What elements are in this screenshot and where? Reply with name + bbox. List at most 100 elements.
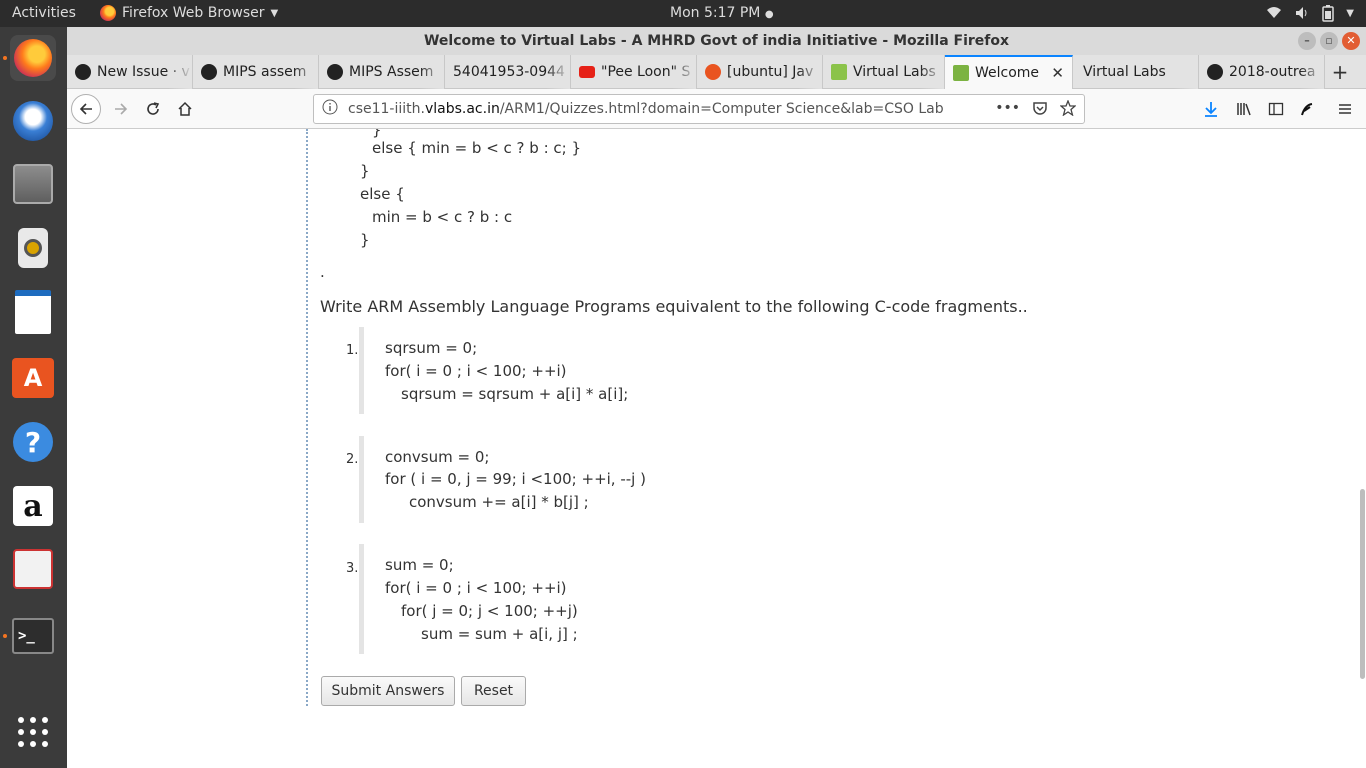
code-line: } xyxy=(372,129,382,139)
code-line: convsum += a[i] * b[j] ; xyxy=(409,493,589,511)
tab-2018-outreach[interactable]: 2018-outrea xyxy=(1199,55,1325,89)
github-icon xyxy=(201,64,217,80)
hamburger-menu-icon xyxy=(1339,104,1351,114)
tab-label: Virtual Labs xyxy=(1083,64,1166,80)
files-icon xyxy=(13,164,53,204)
tab-welcome-active[interactable]: Welcome ✕ xyxy=(945,55,1073,89)
close-button[interactable]: ✕ xyxy=(1342,32,1360,50)
vlabs-icon xyxy=(953,65,969,81)
software-center-icon: A xyxy=(12,358,54,398)
window-title: Welcome to Virtual Labs - A MHRD Govt of… xyxy=(423,33,1010,49)
battery-icon xyxy=(1322,5,1335,22)
tab-virtual-labs-1[interactable]: Virtual Labs xyxy=(823,55,945,89)
code-line: min = b < c ? b : c xyxy=(372,208,513,226)
writer-icon xyxy=(15,290,51,334)
document-viewer-dock-icon[interactable] xyxy=(10,546,56,592)
github-icon xyxy=(75,64,91,80)
files-dock-icon[interactable] xyxy=(10,161,56,207)
url-text: cse11-iiith.vlabs.ac.in/ARM1/Quizzes.htm… xyxy=(348,101,944,117)
system-top-bar: Activities Firefox Web Browser ▼ Mon 5:1… xyxy=(0,0,1366,27)
code-line: sqrsum = 0; xyxy=(385,339,478,357)
app-menu[interactable]: Firefox Web Browser ▼ xyxy=(100,5,278,21)
scrollbar-thumb[interactable] xyxy=(1360,489,1365,679)
plus-icon: + xyxy=(1331,60,1349,84)
code-line: for( j = 0; j < 100; ++j) xyxy=(401,602,578,620)
close-tab-icon[interactable]: ✕ xyxy=(1051,64,1064,82)
terminal-dock-icon[interactable]: >_ xyxy=(10,613,56,659)
ubuntu-icon xyxy=(705,64,721,80)
reload-button[interactable] xyxy=(139,95,167,123)
instruction-text: Write ARM Assembly Language Programs equ… xyxy=(320,297,1028,316)
home-button[interactable] xyxy=(171,95,199,123)
reload-icon xyxy=(147,102,160,115)
tab-image-file[interactable]: 54041953-0944 xyxy=(445,55,571,89)
tab-mips-assembly-1[interactable]: MIPS assem xyxy=(193,55,319,89)
extension-button[interactable] xyxy=(1293,95,1321,123)
running-indicator xyxy=(3,634,7,638)
page-actions-menu-icon[interactable]: ••• xyxy=(995,100,1020,116)
thunderbird-dock-icon[interactable] xyxy=(10,98,56,144)
show-applications-button[interactable] xyxy=(10,709,56,755)
tab-youtube[interactable]: "Pee Loon" S xyxy=(571,55,697,89)
back-button[interactable] xyxy=(71,94,101,124)
info-icon[interactable] xyxy=(322,99,338,119)
amazon-dock-icon[interactable]: a xyxy=(10,483,56,529)
reset-button[interactable]: Reset xyxy=(461,676,526,706)
question-number: 1. xyxy=(346,343,359,358)
firefox-window: Welcome to Virtual Labs - A MHRD Govt of… xyxy=(67,27,1366,768)
clock-label: Mon 5:17 PM xyxy=(670,5,761,21)
flask-icon xyxy=(831,64,847,80)
window-titlebar[interactable]: Welcome to Virtual Labs - A MHRD Govt of… xyxy=(67,27,1366,55)
terminal-icon: >_ xyxy=(12,618,54,654)
address-bar[interactable]: cse11-iiith.vlabs.ac.in/ARM1/Quizzes.htm… xyxy=(313,94,1085,124)
code-line: sum = 0; xyxy=(385,556,454,574)
software-dock-icon[interactable]: A xyxy=(10,355,56,401)
writer-dock-icon[interactable] xyxy=(10,289,56,335)
forward-button[interactable] xyxy=(107,95,135,123)
new-tab-button[interactable]: + xyxy=(1325,55,1355,89)
url-host-prefix: cse11-iiith. xyxy=(348,101,425,117)
clock[interactable]: Mon 5:17 PM ● xyxy=(670,5,774,21)
app-grid-icon xyxy=(18,717,48,747)
code-line: sqrsum = sqrsum + a[i] * a[i]; xyxy=(401,385,629,403)
downloads-button[interactable] xyxy=(1197,95,1225,123)
menu-button[interactable] xyxy=(1331,95,1359,123)
arrow-left-icon xyxy=(79,103,92,115)
code-line: for( i = 0 ; i < 100; ++i) xyxy=(385,362,567,380)
page-scrollbar[interactable] xyxy=(1358,129,1366,768)
navigation-toolbar: cse11-iiith.vlabs.ac.in/ARM1/Quizzes.htm… xyxy=(67,89,1366,129)
wifi-icon xyxy=(1267,7,1282,18)
system-tray[interactable]: ▼ xyxy=(1266,4,1354,22)
code-line: } xyxy=(360,162,370,180)
pocket-icon[interactable] xyxy=(1032,100,1048,116)
youtube-icon xyxy=(579,66,595,78)
dotted-divider xyxy=(306,129,308,706)
extension-icon xyxy=(1301,103,1313,116)
maximize-button[interactable]: ▫ xyxy=(1320,32,1338,50)
bookmark-star-icon[interactable] xyxy=(1060,100,1076,116)
rhythmbox-dock-icon[interactable] xyxy=(10,225,56,271)
tab-mips-assembly-2[interactable]: MIPS Assem xyxy=(319,55,445,89)
tab-ubuntu-forums[interactable]: [ubuntu] Jav xyxy=(697,55,823,89)
url-path: /ARM1/Quizzes.html?domain=Computer Scien… xyxy=(499,101,944,117)
rhythmbox-icon xyxy=(18,228,48,268)
help-icon: ? xyxy=(13,422,53,462)
sidebar-button[interactable] xyxy=(1262,95,1290,123)
submit-answers-button[interactable]: Submit Answers xyxy=(321,676,455,706)
help-dock-icon[interactable]: ? xyxy=(10,419,56,465)
notification-dot-icon: ● xyxy=(764,9,774,20)
document-viewer-icon xyxy=(13,549,53,589)
arrow-right-icon xyxy=(115,103,128,115)
activities-button[interactable]: Activities xyxy=(12,5,76,21)
code-line: sum = sum + a[i, j] ; xyxy=(421,625,578,643)
code-line: convsum = 0; xyxy=(385,448,490,466)
separator-dot: . xyxy=(320,263,325,281)
firefox-dock-icon[interactable] xyxy=(10,35,56,81)
library-icon xyxy=(1237,103,1251,116)
tab-virtual-labs-2[interactable]: Virtual Labs xyxy=(1073,55,1199,89)
minimize-button[interactable]: – xyxy=(1298,32,1316,50)
question-code-block xyxy=(359,327,364,414)
tab-new-issue[interactable]: New Issue · v xyxy=(67,55,193,89)
dock: A ? a >_ xyxy=(0,27,67,768)
library-button[interactable] xyxy=(1230,95,1258,123)
